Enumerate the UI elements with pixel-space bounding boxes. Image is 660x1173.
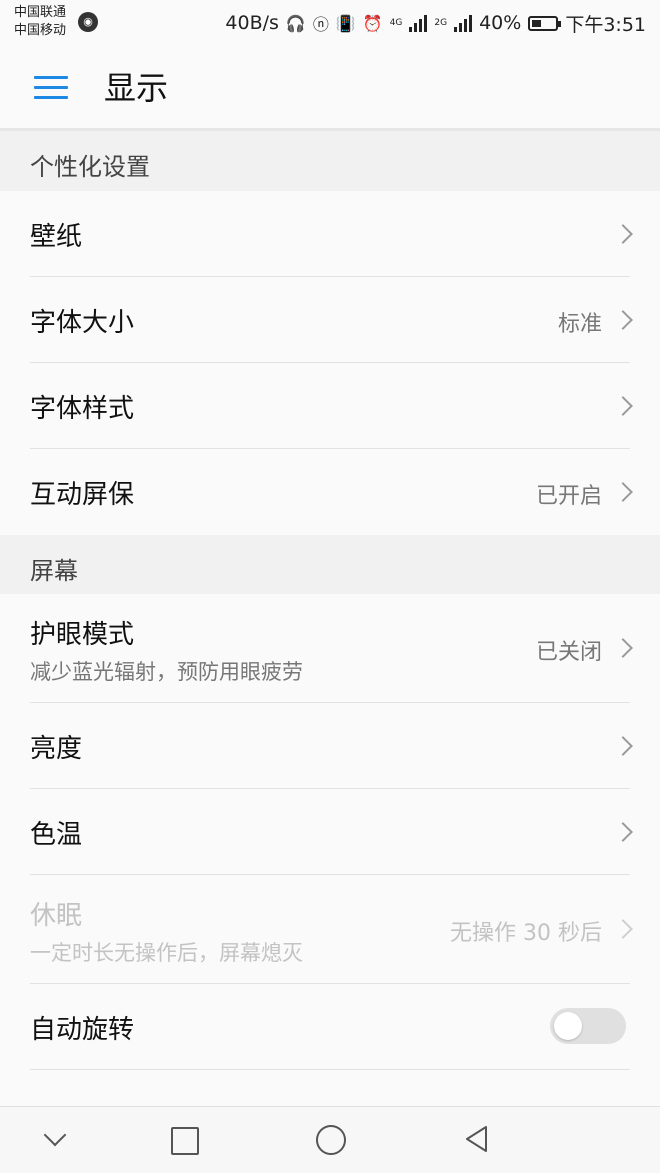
setting-title: 字体大小	[30, 308, 135, 338]
network-speed: 40B/s	[225, 12, 279, 34]
carrier-2: 中国移动	[14, 23, 67, 38]
setting-sleep: 休眠 一定时长无操作后，屏幕熄灭 无操作 30 秒后	[0, 875, 660, 984]
setting-brightness[interactable]: 亮度	[0, 703, 660, 789]
setting-subtitle: 一定时长无操作后，屏幕熄灭	[30, 941, 303, 965]
setting-subtitle: 减少蓝光辐射，预防用眼疲劳	[30, 660, 303, 684]
setting-interactive-screensaver[interactable]: 互动屏保 已开启	[0, 449, 660, 535]
battery-icon	[528, 15, 562, 31]
hide-nav-button[interactable]	[15, 1107, 95, 1173]
square-icon	[171, 1127, 199, 1155]
network-type-2: 2G	[434, 17, 448, 28]
setting-auto-rotate[interactable]: 自动旋转	[0, 984, 660, 1070]
battery-percent: 40%	[479, 12, 522, 34]
chevron-right-icon	[613, 638, 633, 658]
setting-value: 已关闭	[535, 640, 602, 665]
network-type-1: 4G	[389, 17, 403, 28]
chevron-right-icon	[613, 482, 633, 502]
divider	[30, 1069, 630, 1070]
headphones-icon: 🎧	[285, 13, 306, 33]
setting-value: 已开启	[535, 484, 602, 509]
setting-wallpaper[interactable]: 壁纸	[0, 191, 660, 277]
nfc-icon: ⓝ	[312, 15, 329, 34]
setting-title: 亮度	[30, 734, 83, 764]
toggle-knob	[554, 1012, 582, 1040]
hd-call-icon: ◉	[78, 12, 98, 32]
chevron-right-icon	[613, 310, 633, 330]
setting-value: 标准	[557, 312, 602, 337]
setting-color-temperature[interactable]: 色温	[0, 789, 660, 875]
chevron-right-icon	[613, 396, 633, 416]
setting-title: 休眠	[30, 901, 83, 931]
recent-apps-button[interactable]	[143, 1107, 223, 1173]
setting-value: 无操作 30 秒后	[450, 921, 602, 946]
signal-icon-2	[454, 14, 473, 32]
home-button[interactable]	[290, 1107, 370, 1173]
app-bar: 显示	[0, 46, 660, 131]
auto-rotate-toggle[interactable]	[550, 1008, 626, 1044]
back-button[interactable]	[437, 1107, 517, 1173]
chevron-right-icon	[613, 822, 633, 842]
status-icons: 40B/s 🎧 ⓝ 📳 ⏰ 4G 2G 40% 下午3:51	[225, 10, 646, 36]
page-title: 显示	[104, 69, 169, 107]
setting-title: 护眼模式	[30, 620, 135, 650]
carrier-names: 中国联通 中国移动	[14, 4, 66, 40]
setting-font-size[interactable]: 字体大小 标准	[0, 277, 660, 363]
setting-font-style[interactable]: 字体样式	[0, 363, 660, 449]
setting-title: 色温	[30, 820, 83, 850]
setting-title: 互动屏保	[30, 480, 135, 510]
section-header-screen: 屏幕	[0, 535, 660, 594]
vibrate-icon: 📳	[335, 13, 356, 33]
setting-title: 字体样式	[30, 394, 135, 424]
menu-icon[interactable]	[34, 76, 68, 100]
alarm-icon: ⏰	[362, 13, 383, 33]
carrier-1: 中国联通	[14, 5, 67, 20]
setting-title: 自动旋转	[30, 1015, 135, 1045]
setting-title: 壁纸	[30, 222, 83, 252]
signal-icon-1	[409, 14, 428, 32]
chevron-right-icon	[613, 224, 633, 244]
chevron-right-icon	[613, 736, 633, 756]
chevron-down-icon	[43, 1123, 67, 1147]
system-nav-bar	[0, 1106, 660, 1173]
triangle-back-icon	[466, 1126, 487, 1152]
status-bar: 中国联通 中国移动 ◉ 40B/s 🎧 ⓝ 📳 ⏰ 4G 2G 40% 下午3:…	[0, 0, 660, 46]
circle-icon	[316, 1125, 346, 1155]
battery-fill	[532, 19, 542, 27]
chevron-right-icon	[613, 919, 633, 939]
section-header-personalization: 个性化设置	[0, 131, 660, 191]
setting-eye-comfort[interactable]: 护眼模式 减少蓝光辐射，预防用眼疲劳 已关闭	[0, 594, 660, 703]
clock: 下午3:51	[565, 13, 646, 36]
